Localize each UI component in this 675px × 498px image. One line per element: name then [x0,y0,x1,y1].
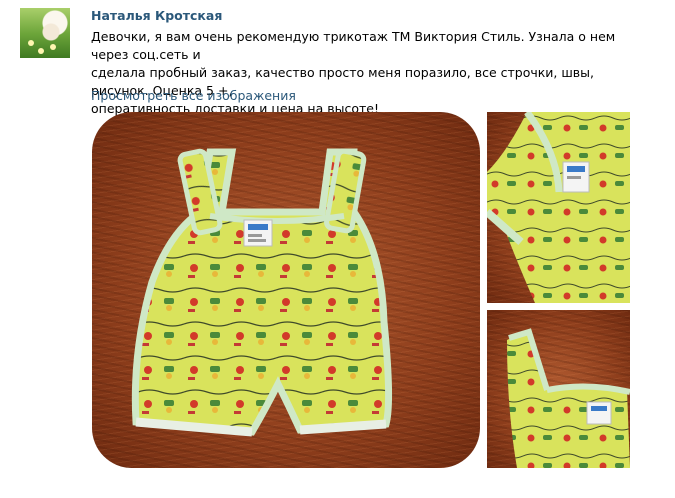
avatar-flower-decoration [50,44,56,50]
romper-closeup-top [487,112,630,303]
author-name-link[interactable]: Наталья Кротская [91,8,222,23]
romper-illustration [131,148,393,437]
photo-thumbnail-2[interactable] [487,310,630,468]
avatar[interactable] [20,8,70,58]
photo-main[interactable] [92,112,480,468]
avatar-flower-decoration [28,40,34,46]
photo-thumbnail-1[interactable] [487,112,630,303]
view-all-images-link[interactable]: Просмотреть все изображения [91,88,296,103]
avatar-flower-decoration [38,48,44,54]
romper-closeup-strap [507,328,630,468]
post-text: Девочки, я вам очень рекомендую трикотаж… [91,29,616,116]
